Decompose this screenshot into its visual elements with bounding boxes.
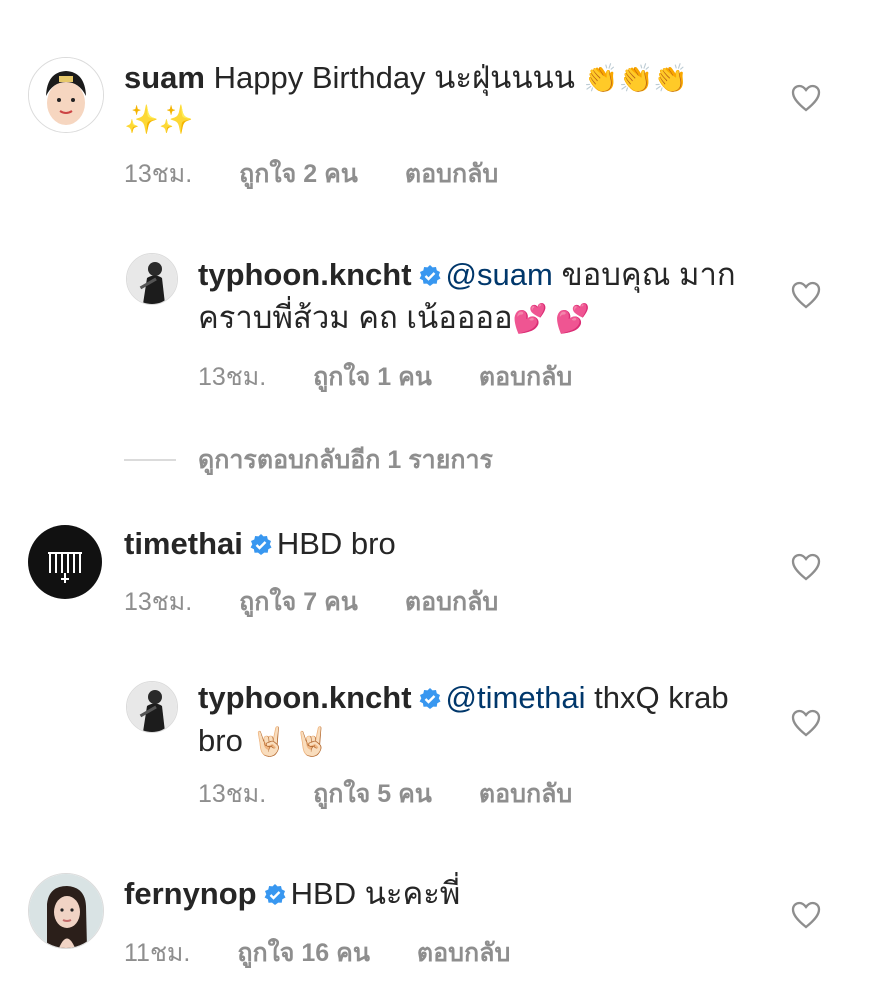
reply-button[interactable]: ตอบกลับ <box>405 160 498 188</box>
reply-button[interactable]: ตอบกลับ <box>417 939 510 967</box>
comment-time: 13ชม. <box>124 588 193 616</box>
verified-badge-icon <box>249 527 273 567</box>
avatar-typhoon[interactable] <box>126 681 178 733</box>
heart-outline-icon[interactable] <box>791 709 821 742</box>
comment-text: Happy Birthday นะฝุ่นนนน <box>213 60 575 95</box>
comment-emojis: 💕 💕 <box>512 303 591 334</box>
heart-outline-icon[interactable] <box>791 901 821 934</box>
comment-likes[interactable]: ถูกใจ 2 คน <box>239 160 358 188</box>
avatar-timethai[interactable] <box>28 525 102 599</box>
mention-link[interactable]: @timethai <box>446 680 586 715</box>
heart-outline-icon[interactable] <box>791 281 821 314</box>
view-more-replies[interactable]: ดูการตอบกลับอีก 1 รายการ <box>124 440 493 480</box>
comment-time: 13ชม. <box>198 363 267 391</box>
avatar-suam[interactable] <box>28 57 104 133</box>
heart-outline-icon[interactable] <box>791 553 821 586</box>
comment-time: 13ชม. <box>124 160 193 188</box>
comment-likes[interactable]: ถูกใจ 1 คน <box>313 363 432 391</box>
comment-likes[interactable]: ถูกใจ 5 คน <box>313 780 432 808</box>
verified-badge-icon <box>418 681 442 721</box>
avatar-typhoon[interactable] <box>126 253 178 305</box>
view-more-label: ดูการตอบกลับอีก 1 รายการ <box>198 446 493 474</box>
comment-text: HBD นะคะพี่ <box>290 876 461 911</box>
avatar-fernynop[interactable] <box>28 873 104 949</box>
comment-text: HBD bro <box>276 526 396 561</box>
verified-badge-icon <box>418 258 442 298</box>
verified-badge-icon <box>263 877 287 917</box>
comment-likes[interactable]: ถูกใจ 7 คน <box>239 588 358 616</box>
reply-button[interactable]: ตอบกลับ <box>405 588 498 616</box>
comment-time: 13ชม. <box>198 780 267 808</box>
comment-username[interactable]: timethai <box>124 526 243 561</box>
reply-button[interactable]: ตอบกลับ <box>479 780 572 808</box>
comment-emojis: 🤘🏻 🤘🏻 <box>251 726 329 757</box>
reply-button[interactable]: ตอบกลับ <box>479 363 572 391</box>
comment-username[interactable]: suam <box>124 60 205 95</box>
comment-username[interactable]: typhoon.kncht <box>198 680 412 715</box>
comment-time: 11ชม. <box>124 939 191 967</box>
divider-line <box>124 459 176 461</box>
comment-username[interactable]: fernynop <box>124 876 257 911</box>
heart-outline-icon[interactable] <box>791 84 821 117</box>
comment-username[interactable]: typhoon.kncht <box>198 257 412 292</box>
comment-likes[interactable]: ถูกใจ 16 คน <box>237 939 370 967</box>
mention-link[interactable]: @suam <box>446 257 553 292</box>
